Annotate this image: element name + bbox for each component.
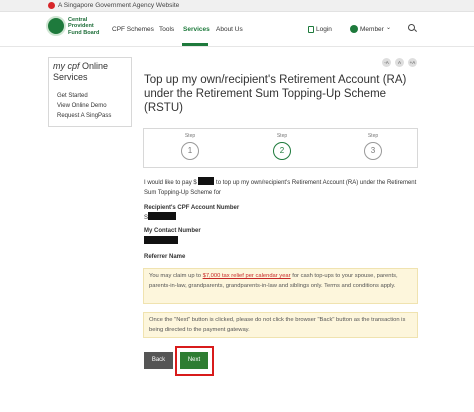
recipient-account-label: Recipient's CPF Account Number [144, 205, 240, 211]
login-icon[interactable] [308, 26, 314, 33]
redacted-contact-number [144, 236, 178, 244]
search-icon[interactable] [408, 24, 415, 31]
nav-services[interactable]: Services [183, 25, 210, 34]
lion-head-icon [48, 2, 55, 9]
tax-relief-link[interactable]: $7,000 tax relief per calendar year [203, 273, 291, 279]
back-button[interactable]: Back [144, 352, 173, 369]
step-1-label: Step [184, 133, 196, 139]
increase-font-button[interactable]: +A [408, 58, 417, 67]
step-3-label: Step [367, 133, 379, 139]
step-3-circle: 3 [364, 142, 382, 160]
cpf-logo-text[interactable]: Central Provident Fund Board [68, 17, 108, 36]
sidebar-title: my cpf Online Services [53, 61, 109, 82]
member-menu[interactable]: Member [360, 25, 384, 34]
next-button-warning: Once the "Next" button is clicked, pleas… [143, 312, 418, 338]
payment-statement: I would like to pay $ to top up my own/r… [144, 177, 418, 198]
cpf-logo-icon[interactable] [46, 16, 66, 36]
site-header: Central Provident Fund Board CPF Schemes… [0, 13, 474, 47]
login-link[interactable]: Login [316, 25, 332, 34]
nav-tools[interactable]: Tools [159, 25, 174, 34]
sidebar-item-view-online-demo[interactable]: View Online Demo [57, 102, 107, 110]
member-icon[interactable] [350, 25, 358, 33]
nav-about-us[interactable]: About Us [216, 25, 243, 34]
sidebar-panel: my cpf Online Services Get Started View … [48, 57, 132, 127]
step-2-label: Step [276, 133, 288, 139]
sidebar-item-get-started[interactable]: Get Started [57, 92, 88, 100]
nav-cpf-schemes[interactable]: CPF Schemes [112, 25, 154, 34]
contact-number-value [144, 236, 178, 246]
step-1-circle: 1 [181, 142, 199, 160]
redacted-account-number [148, 212, 177, 220]
referrer-name-label: Referrer Name [144, 254, 186, 260]
contact-number-label: My Contact Number [144, 228, 201, 234]
tax-relief-notice: You may claim up to $7,000 tax relief pe… [143, 268, 418, 304]
step-2-circle: 2 [273, 142, 291, 160]
recipient-account-value: S [144, 212, 177, 222]
redacted-amount [198, 177, 215, 185]
sidebar-item-request-singpass[interactable]: Request A SingPass [57, 112, 111, 120]
page-title: Top up my own/recipient's Retirement Acc… [144, 74, 407, 114]
government-banner: A Singapore Government Agency Website [0, 0, 474, 12]
active-nav-indicator [182, 43, 208, 46]
chevron-down-icon[interactable]: ⌄ [386, 24, 391, 31]
government-banner-text: A Singapore Government Agency Website [58, 2, 180, 9]
decrease-font-button[interactable]: -A [382, 58, 391, 67]
next-button-highlight [175, 346, 214, 376]
step-indicator: Step 1 Step 2 Step 3 [143, 128, 418, 168]
reset-font-button[interactable]: A [395, 58, 404, 67]
